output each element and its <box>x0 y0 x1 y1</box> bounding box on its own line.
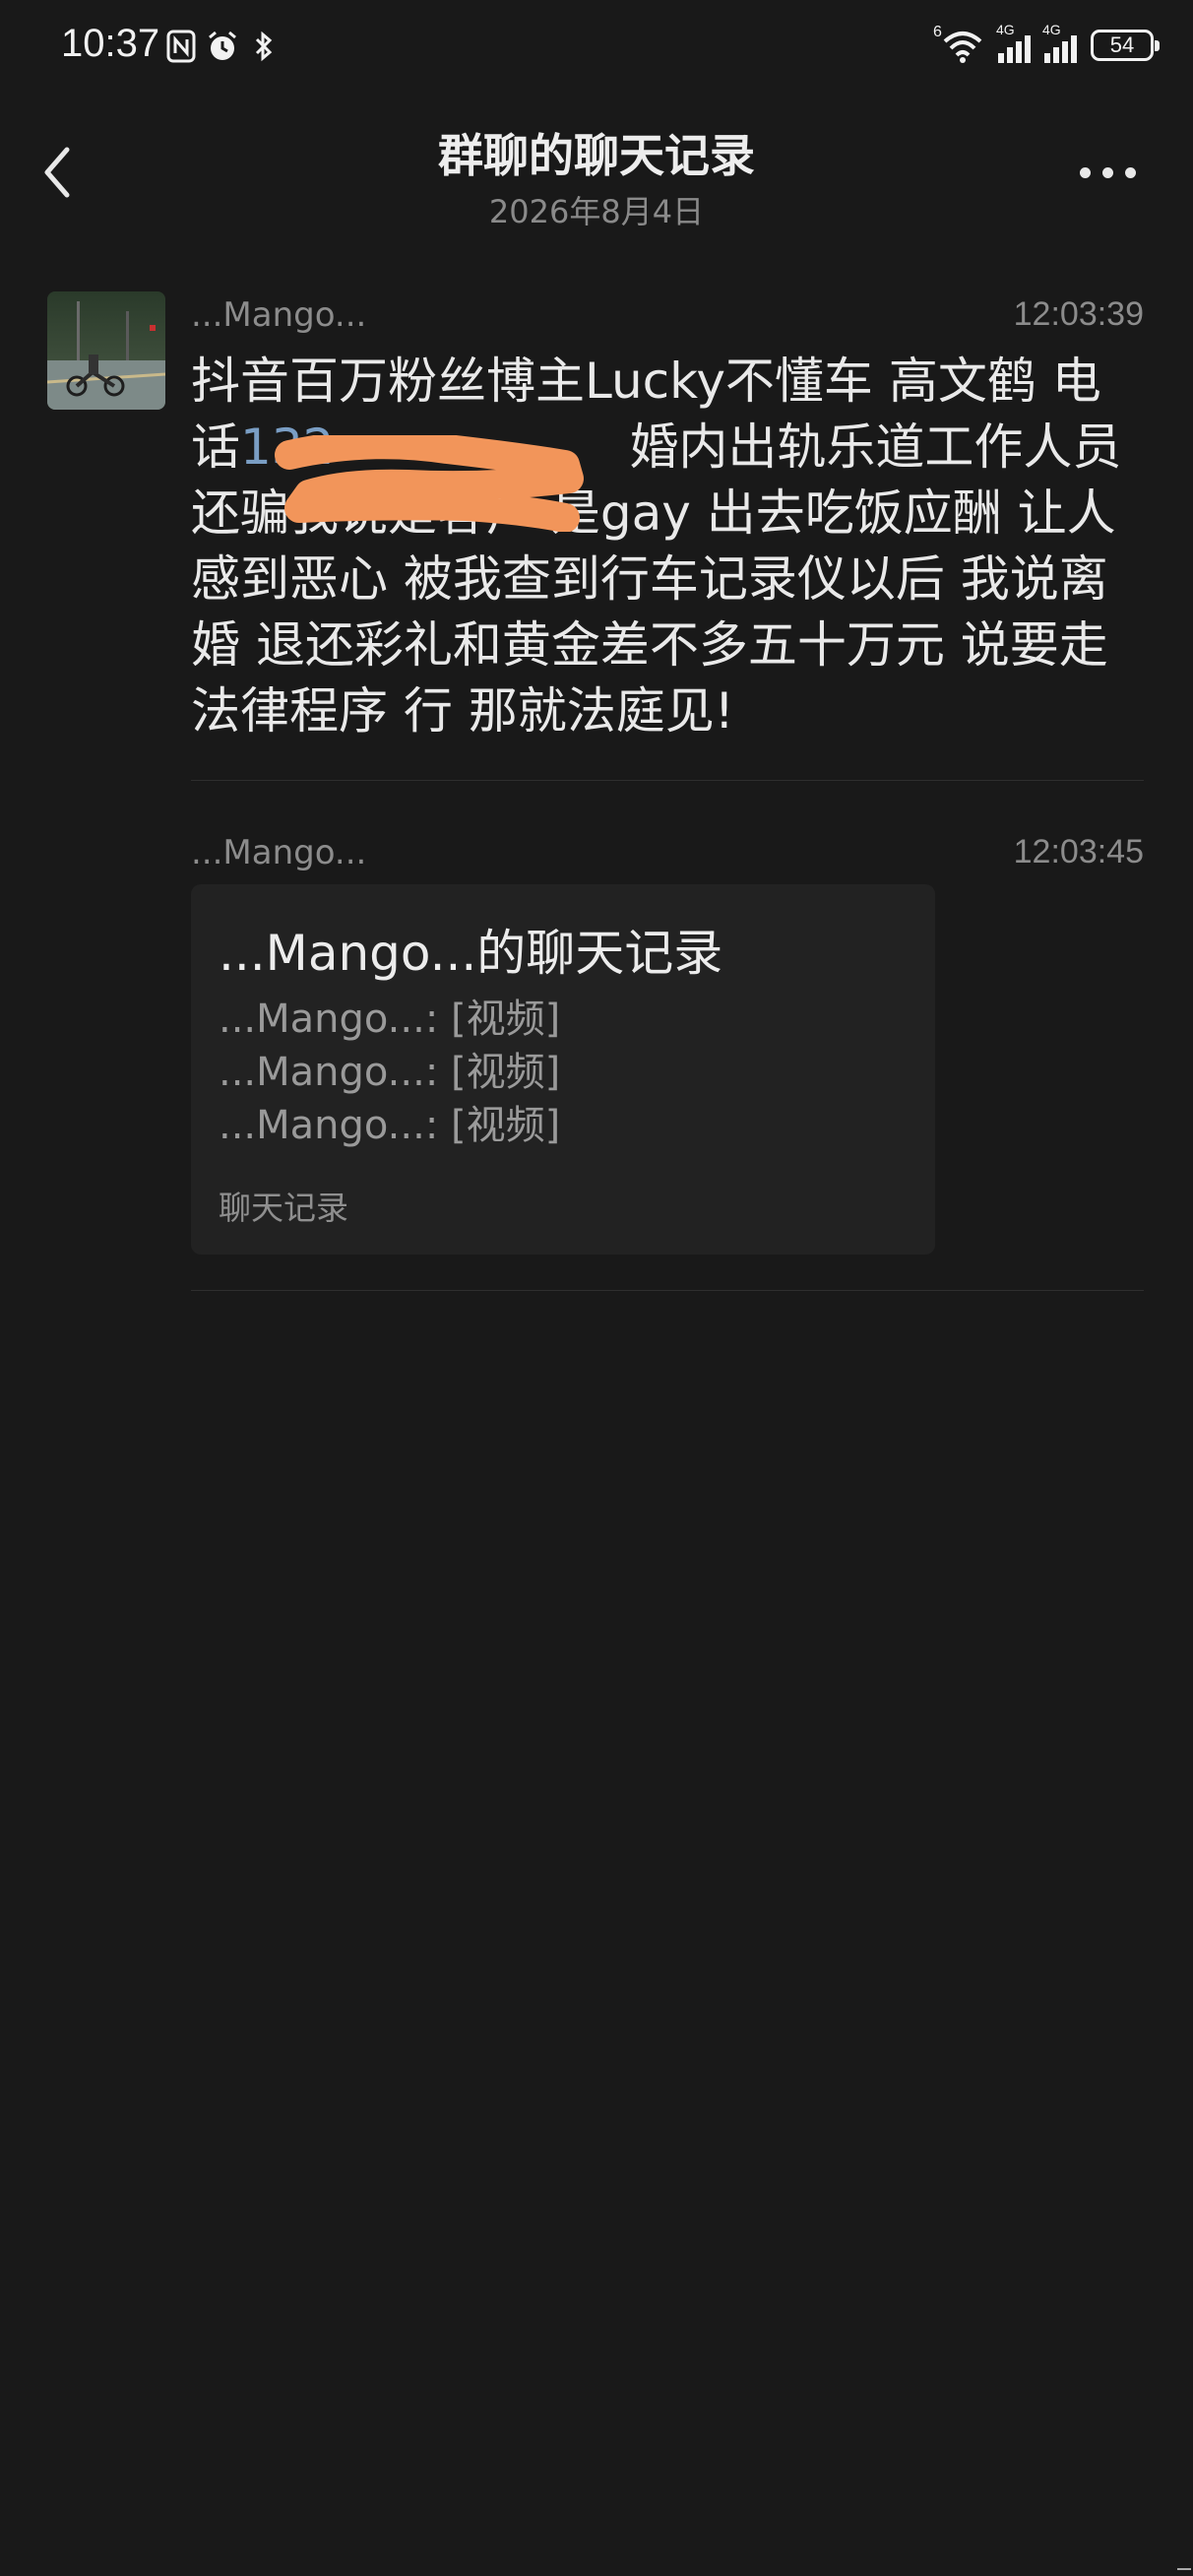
card-title: ...Mango...的聊天记录 <box>219 925 723 982</box>
page-title: 群聊的聊天记录 <box>438 129 755 182</box>
card-line: ...Mango...: [视频] <box>219 1050 561 1095</box>
message-time: 12:03:45 <box>1013 833 1144 870</box>
alarm-icon <box>207 30 238 63</box>
divider <box>191 1290 1144 1291</box>
more-button[interactable] <box>1080 167 1136 178</box>
status-icons-left <box>165 30 280 63</box>
status-bar: 10:37 6 4G 4G 54 <box>0 0 1193 98</box>
status-time: 10:37 <box>61 22 160 65</box>
signal-sim2-icon: 4G <box>1042 22 1077 63</box>
message-item[interactable]: ...Mango... 12:03:39 抖音百万粉丝博主Lucky不懂车 高文… <box>191 295 1144 744</box>
home-indicator <box>1177 2568 1191 2570</box>
redaction-scribble <box>275 435 584 532</box>
sim2-tag: 4G <box>1042 22 1061 37</box>
chat-record-card[interactable]: ...Mango...的聊天记录 ...Mango...: [视频] ...Ma… <box>191 884 935 1255</box>
status-icons-right: 6 4G 4G 54 <box>933 22 1160 63</box>
avatar[interactable] <box>47 291 165 410</box>
card-footer: 聊天记录 <box>219 1189 348 1227</box>
card-line: ...Mango...: [视频] <box>219 1103 561 1148</box>
battery-level: 54 <box>1109 32 1135 57</box>
card-line: ...Mango...: [视频] <box>219 997 561 1042</box>
more-dots-icon <box>1080 167 1091 178</box>
message-text[interactable]: 抖音百万粉丝博主Lucky不懂车 高文鹤 电话132 婚内出轨乐道工作人员还骗我说… <box>191 349 1144 744</box>
message-time: 12:03:39 <box>1013 295 1144 333</box>
card-lines: ...Mango...: [视频] ...Mango...: [视频] ...M… <box>219 993 560 1152</box>
battery-icon: 54 <box>1091 30 1160 61</box>
divider <box>191 780 1144 781</box>
sender-name: ...Mango... <box>191 833 367 872</box>
signal-sim1-icon: 4G <box>996 22 1031 63</box>
bluetooth-icon <box>248 30 280 63</box>
wifi-tag: 6 <box>933 24 942 40</box>
message-item[interactable]: ...Mango... 12:03:45 <box>191 833 1144 880</box>
sender-name: ...Mango... <box>191 295 367 335</box>
nfc-icon <box>165 30 197 63</box>
sim1-tag: 4G <box>996 22 1015 37</box>
wifi-icon: 6 <box>933 24 984 63</box>
page-date: 2026年8月4日 <box>488 193 705 230</box>
